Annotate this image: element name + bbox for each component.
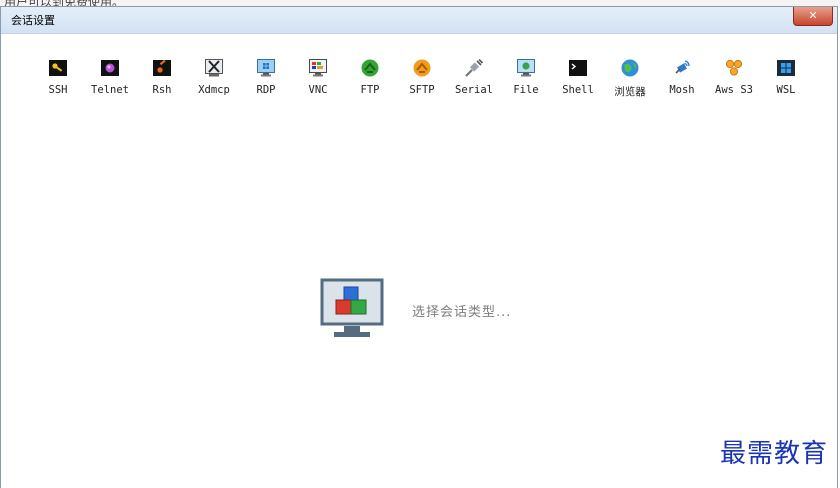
sftp-globe-icon [412,58,432,78]
monitor-cubes-icon [320,278,384,346]
session-type-telnet[interactable]: Telnet [84,58,136,106]
session-type-sftp[interactable]: SFTP [396,58,448,106]
rsh-icon [152,58,172,78]
telnet-icon [100,58,120,78]
session-type-label: Shell [562,84,594,96]
select-session-type-text: 选择会话类型... [412,304,512,320]
session-type-serial[interactable]: Serial [448,58,500,106]
content-area: SSH Telnet Rsh Xdmcp RDP VNC FTP SFTP Se… [2,34,836,488]
rdp-monitor-icon [256,58,276,78]
shell-terminal-icon [568,58,588,78]
session-type-xdmcp[interactable]: Xdmcp [188,58,240,106]
session-type-label: File [513,84,539,96]
session-type-label: WSL [776,84,796,96]
xdmcp-icon [204,58,224,78]
session-type-file[interactable]: File [500,58,552,106]
session-type-shell[interactable]: Shell [552,58,604,106]
session-type-label: Serial [455,84,493,96]
session-type-label: Mosh [669,84,695,96]
wsl-windows-icon [776,58,796,78]
ssh-key-icon [48,58,68,78]
ftp-globe-icon [360,58,380,78]
session-type-rdp[interactable]: RDP [240,58,292,106]
session-type-wsl[interactable]: WSL [760,58,812,106]
session-type-ftp[interactable]: FTP [344,58,396,106]
serial-plug-icon [464,58,484,78]
session-type-label: Rsh [152,84,172,96]
browser-globe-icon [620,58,640,78]
session-type-aws-s3[interactable]: Aws S3 [708,58,760,106]
session-type-label: RDP [256,84,276,96]
session-type-vnc[interactable]: VNC [292,58,344,106]
session-type-label: Xdmcp [198,84,230,96]
window-title: 会话设置 [11,14,55,27]
session-type-label: 浏览器 [614,86,646,98]
vnc-monitor-icon [308,58,328,78]
session-type-label: Aws S3 [715,84,753,96]
close-button[interactable]: ✕ [793,7,833,26]
session-type-label: Telnet [91,84,129,96]
session-type-label: FTP [360,84,380,96]
session-type-label: SFTP [409,84,435,96]
session-type-mosh[interactable]: Mosh [656,58,708,106]
session-settings-window: 会话设置 ✕ SSH Telnet Rsh Xdmcp RDP VNC FTP … [0,6,838,488]
session-type-browser[interactable]: 浏览器 [604,58,656,106]
aws-s3-icon [724,58,744,78]
session-type-rsh[interactable]: Rsh [136,58,188,106]
file-monitor-icon [516,58,536,78]
title-bar: 会话设置 ✕ [1,7,837,34]
session-type-toolbar: SSH Telnet Rsh Xdmcp RDP VNC FTP SFTP Se… [32,58,812,106]
session-type-label: SSH [48,84,68,96]
mosh-satellite-icon [672,58,692,78]
session-type-ssh[interactable]: SSH [32,58,84,106]
watermark-text: 最需教育 [719,439,828,469]
session-type-label: VNC [308,84,328,96]
empty-state: 选择会话类型... [320,278,511,346]
